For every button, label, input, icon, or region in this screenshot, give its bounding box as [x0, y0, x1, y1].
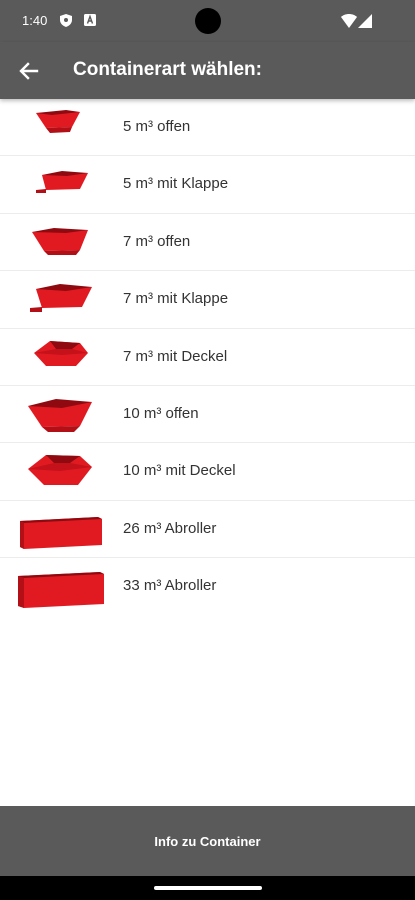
app-bar: Containerart wählen:: [0, 42, 415, 99]
status-bar: 1:40: [0, 0, 415, 42]
container-row-7-offen[interactable]: 7 m³ offen: [0, 214, 415, 272]
container-row-5-offen[interactable]: 5 m³ offen: [0, 99, 415, 157]
navigation-bar: [0, 876, 415, 900]
home-indicator[interactable]: [154, 886, 262, 890]
container-label: 10 m³ offen: [123, 404, 199, 422]
container-label: 10 m³ mit Deckel: [123, 462, 236, 480]
container-roll-off-icon: [18, 572, 104, 609]
container-label: 5 m³ offen: [123, 118, 191, 135]
container-flap-icon: [30, 284, 92, 313]
container-flap-icon: [36, 171, 88, 194]
container-list: 5 m³ offen 5 m³ mit Klappe 7 m³ offen 7 …: [0, 99, 415, 616]
a-badge-icon: [84, 14, 96, 26]
container-label: 33 m³ Abroller: [123, 577, 217, 595]
container-row-5-klappe[interactable]: 5 m³ mit Klappe: [0, 156, 415, 214]
info-container-button[interactable]: Info zu Container: [0, 806, 415, 876]
container-row-10-offen[interactable]: 10 m³ offen: [0, 386, 415, 444]
container-row-26-abroller[interactable]: 26 m³ Abroller: [0, 501, 415, 559]
back-button[interactable]: [14, 56, 44, 86]
container-label: 7 m³ mit Klappe: [123, 290, 229, 308]
container-row-10-deckel[interactable]: 10 m³ mit Deckel: [0, 443, 415, 501]
container-lid-icon: [34, 340, 88, 366]
shield-icon: [60, 14, 72, 27]
container-open-icon: [32, 227, 88, 255]
camera-cutout: [195, 8, 221, 34]
container-row-7-deckel[interactable]: 7 m³ mit Deckel: [0, 329, 415, 386]
container-label: 7 m³ offen: [123, 232, 191, 250]
container-lid-icon: [28, 455, 92, 486]
container-label: 5 m³ mit Klappe: [123, 175, 229, 193]
container-open-icon: [28, 398, 92, 432]
container-label: 7 m³ mit Deckel: [123, 347, 228, 365]
container-roll-off-icon: [20, 516, 102, 549]
page-title: Containerart wählen:: [73, 59, 262, 80]
container-open-icon: [36, 110, 80, 133]
status-time: 1:40: [22, 13, 48, 28]
container-row-33-abroller[interactable]: 33 m³ Abroller: [0, 558, 415, 615]
info-container-label: Info zu Container: [154, 833, 261, 849]
container-label: 26 m³ Abroller: [123, 519, 217, 537]
signal-icon: [358, 14, 372, 28]
container-row-7-klappe[interactable]: 7 m³ mit Klappe: [0, 271, 415, 329]
arrow-left-icon: [19, 62, 39, 80]
wifi-icon: [341, 14, 357, 28]
